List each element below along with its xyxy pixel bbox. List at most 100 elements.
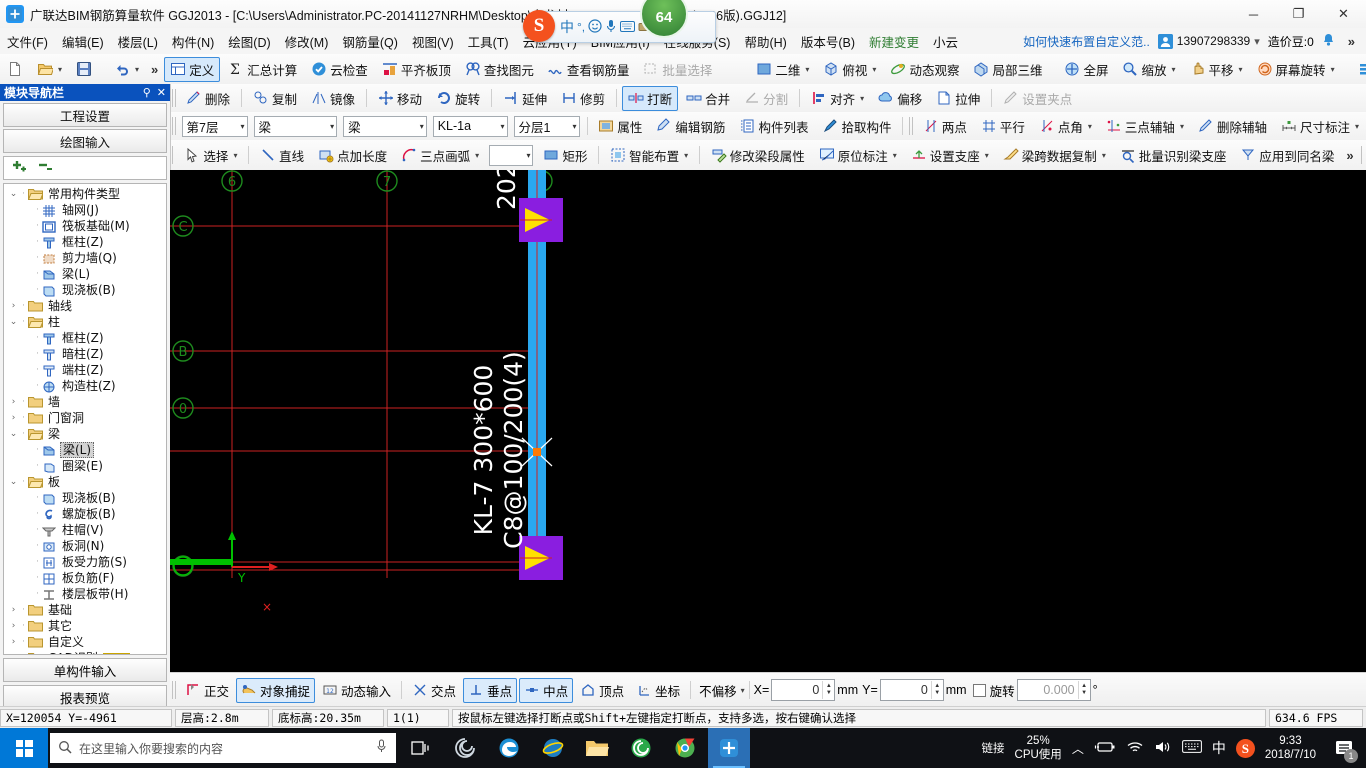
tree-item[interactable]: · 现浇板(B) [4,282,166,298]
floor-select[interactable]: 第7层 ▾ [181,115,248,137]
trim-button[interactable]: 修剪 [555,86,611,111]
account-info[interactable]: 13907298339 ▾ [1157,33,1260,49]
drawing-input-button[interactable]: 绘图输入 [3,129,167,153]
pin-icon[interactable]: ⚲ [143,86,151,99]
menu-edit[interactable]: 编辑(E) [55,29,111,54]
component-tree[interactable]: ⌄ · 常用构件类型 · 轴网(J) · 筏板基础(M) · 框柱(Z) · 剪力墙(Q) · 梁(L)… [3,183,167,655]
tree-item[interactable]: · 剪力墙(Q) [4,250,166,266]
line-button[interactable]: 直线 [254,143,310,168]
smart-layout-button[interactable]: 智能布置 ▾ [604,143,694,168]
microphone-icon[interactable] [375,739,388,757]
tree-folder[interactable]: ⌄ · 柱 [4,314,166,330]
tree-item[interactable]: · 梁(L) [4,266,166,282]
ime-keyboard-icon[interactable] [620,19,636,35]
screen-rotate-dropdown-icon[interactable]: ▾ [1331,65,1335,74]
wifi-icon[interactable] [1126,740,1144,757]
delete-button[interactable]: 删除 [180,86,236,111]
draw-toolbar-grip[interactable] [172,146,175,164]
in-situ-label-dropdown-icon[interactable]: ▾ [893,151,897,160]
taskbar-search[interactable]: 在这里输入你要搜索的内容 [50,733,396,763]
x-offset-input[interactable]: ▲▼ [771,679,836,701]
cloud-check-button[interactable]: 云检查 [305,57,374,82]
pan-dropdown-icon[interactable]: ▾ [1239,65,1243,74]
view-2d-dropdown-icon[interactable]: ▾ [805,65,809,74]
chevron-right-icon[interactable]: › [8,605,19,615]
menu-floor[interactable]: 楼层(L) [111,29,165,54]
layer-select-chevron-down-icon[interactable]: ▾ [569,122,577,131]
pan-button[interactable]: 平移 ▾ [1184,57,1249,82]
beam-span-copy-button[interactable]: 梁跨数据复制 ▾ [997,143,1112,168]
three-point-arc-dropdown-icon[interactable]: ▾ [475,151,479,160]
mirror-button[interactable]: 镜像 [305,86,361,111]
minimize-button[interactable]: ─ [1231,0,1276,28]
tree-item[interactable]: · 端柱(Z) [4,362,166,378]
sogou-logo-icon[interactable]: S [523,10,555,42]
remove-icon[interactable] [37,160,55,177]
summary-calc-button[interactable]: Σ 汇总计算 [222,57,303,82]
align-dropdown-icon[interactable]: ▾ [860,94,864,103]
single-component-input-button[interactable]: 单构件输入 [3,658,167,682]
project-settings-button[interactable]: 工程设置 [3,103,167,127]
define-button[interactable]: 定义 [164,56,221,82]
maximize-button[interactable]: ❐ [1276,0,1321,28]
menu-view[interactable]: 视图(V) [405,29,461,54]
tree-item[interactable]: · 板洞(N) [4,538,166,554]
edit-toolbar-grip[interactable] [172,89,176,107]
tree-item[interactable]: · 楼层板带(H) [4,586,166,602]
offset-button[interactable]: 偏移 [872,86,928,111]
chevron-right-icon[interactable]: › [8,413,19,423]
offset-mode-value[interactable]: 不偏移 [697,681,739,700]
chevron-down-icon[interactable]: ⌄ [8,189,19,199]
ime-language-toggle[interactable]: 中 [560,17,574,37]
undo-dropdown-icon[interactable]: ▾ [135,65,139,74]
rotate-field[interactable] [1017,681,1078,699]
menu-component[interactable]: 构件(N) [165,29,221,54]
point-angle-button[interactable]: 点角 ▾ [1033,114,1098,139]
zoom-button[interactable]: 缩放 ▾ [1116,57,1181,82]
ime-punctuation-icon[interactable]: °, [577,20,585,34]
chevron-right-icon[interactable]: › [8,637,19,647]
arc-mode-select[interactable]: ▾ [489,144,534,166]
beam-span-copy-dropdown-icon[interactable]: ▾ [1102,151,1106,160]
rotate-input[interactable]: ▲▼ [1016,679,1091,701]
axis-toolbar-grip[interactable] [909,117,913,135]
three-point-axis-dropdown-icon[interactable]: ▾ [1180,122,1184,131]
keyboard-icon[interactable] [1181,740,1202,756]
dynamic-input-toggle[interactable]: 12 动态输入 [317,678,396,703]
top-view-dropdown-icon[interactable]: ▾ [872,65,876,74]
tree-folder[interactable]: ⌄ · 板 [4,474,166,490]
draw-toolbar-grip-right[interactable] [1360,146,1364,164]
vertex-snap-toggle[interactable]: 顶点 [575,678,629,703]
select-tool-button[interactable]: 选择 ▾ [178,143,243,168]
chevron-down-icon[interactable]: ⌄ [8,317,19,327]
align-slab-top-button[interactable]: 平齐板顶 [376,57,457,82]
tree-item[interactable]: · 螺旋板(B) [4,506,166,522]
select-floor-button[interactable]: 选择楼层 [1351,57,1366,82]
parallel-button[interactable]: 平行 [975,114,1031,139]
offset-mode-chevron-down-icon[interactable]: ▾ [741,686,745,695]
chrome-browser-icon[interactable] [664,728,706,768]
sogou-tray-icon[interactable]: S [1235,738,1255,758]
tree-item[interactable]: · 现浇板(B) [4,490,166,506]
object-snap-toggle[interactable]: 对象捕捉 [236,677,316,703]
point-angle-dropdown-icon[interactable]: ▾ [1088,122,1092,131]
start-button[interactable] [0,728,48,768]
menu-version[interactable]: 版本号(B) [794,29,862,54]
menu-file[interactable]: 文件(F) [0,29,55,54]
tree-folder[interactable]: › · 自定义 [4,634,166,650]
floor-select-chevron-down-icon[interactable]: ▾ [237,122,245,131]
category-select[interactable]: 梁 ▾ [253,115,338,137]
tree-item[interactable]: · 圈梁(E) [4,458,166,474]
set-support-dropdown-icon[interactable]: ▾ [985,151,989,160]
align-button[interactable]: 对齐 ▾ [805,86,870,111]
y-offset-spinner[interactable]: ▲ ▼ [930,681,943,699]
smart-layout-dropdown-icon[interactable]: ▾ [684,151,688,160]
merge-button[interactable]: 合并 [680,86,736,111]
promo-link[interactable]: 如何快速布置自定义范.. [1023,33,1150,50]
ime-lang-indicator[interactable]: 中 [1212,738,1226,758]
view-2d-button[interactable]: 二维 ▾ [750,57,815,82]
set-support-button[interactable]: 设置支座 ▾ [905,143,995,168]
tree-folder[interactable]: › · 基础 [4,602,166,618]
tree-folder[interactable]: › · 墙 [4,394,166,410]
notification-bell-icon[interactable] [1322,33,1335,50]
